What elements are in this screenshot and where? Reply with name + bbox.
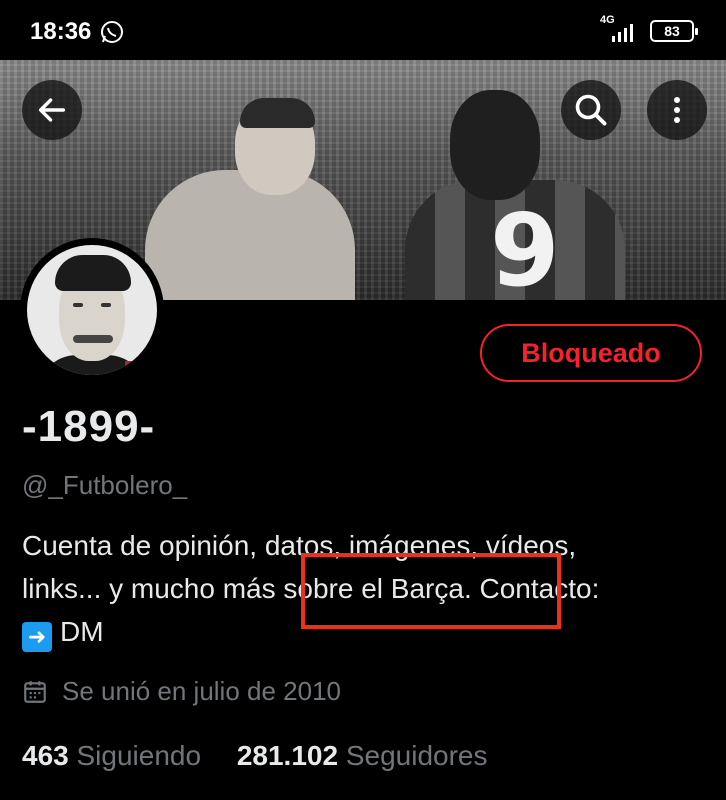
signal-icon	[612, 24, 633, 42]
followers-count: 281.102	[236, 740, 339, 771]
status-time: 18:36	[30, 18, 92, 45]
display-name: -1899-	[22, 402, 156, 451]
battery-indicator: 83	[650, 20, 698, 42]
joined-date: Se unió en julio de 2010	[22, 676, 341, 707]
joined-text: Se unió en julio de 2010	[62, 676, 342, 706]
banner-jersey-number: 9	[490, 192, 560, 300]
following-count: 463	[22, 740, 69, 771]
follow-stats: 463 Siguiendo 281.102 Seguidores	[22, 740, 516, 772]
banner-player-head	[450, 90, 540, 200]
banner-figure-hair	[240, 98, 315, 128]
arrow-right-emoji-icon: ➜	[22, 622, 52, 652]
search-button[interactable]	[561, 80, 621, 140]
avatar-image	[27, 245, 157, 375]
status-bar: 18:36 4G 83	[0, 0, 726, 60]
back-button[interactable]	[22, 80, 82, 140]
search-icon	[575, 94, 607, 126]
avatar-mustache	[73, 335, 113, 343]
more-vertical-icon	[674, 97, 680, 123]
avatar-eye	[101, 303, 111, 307]
blocked-button[interactable]: Bloqueado	[480, 324, 702, 382]
following-label: Siguiendo	[76, 740, 202, 771]
following-link[interactable]: 463 Siguiendo	[22, 740, 201, 771]
avatar-stripe	[125, 361, 149, 371]
followers-link[interactable]: 281.102 Seguidores	[237, 740, 488, 771]
avatar-hair	[55, 255, 131, 291]
more-options-button[interactable]	[647, 80, 707, 140]
annotation-highlight-box	[301, 553, 561, 629]
followers-label: Seguidores	[345, 740, 488, 771]
arrow-left-icon	[38, 98, 66, 122]
calendar-icon	[24, 680, 46, 703]
profile-avatar[interactable]	[20, 238, 164, 382]
avatar-eye	[73, 303, 83, 307]
bio-dm-text: DM	[60, 616, 104, 647]
whatsapp-icon	[101, 21, 123, 43]
user-handle: @_Futbolero_	[22, 470, 188, 500]
banner-figure-coat	[145, 170, 355, 300]
